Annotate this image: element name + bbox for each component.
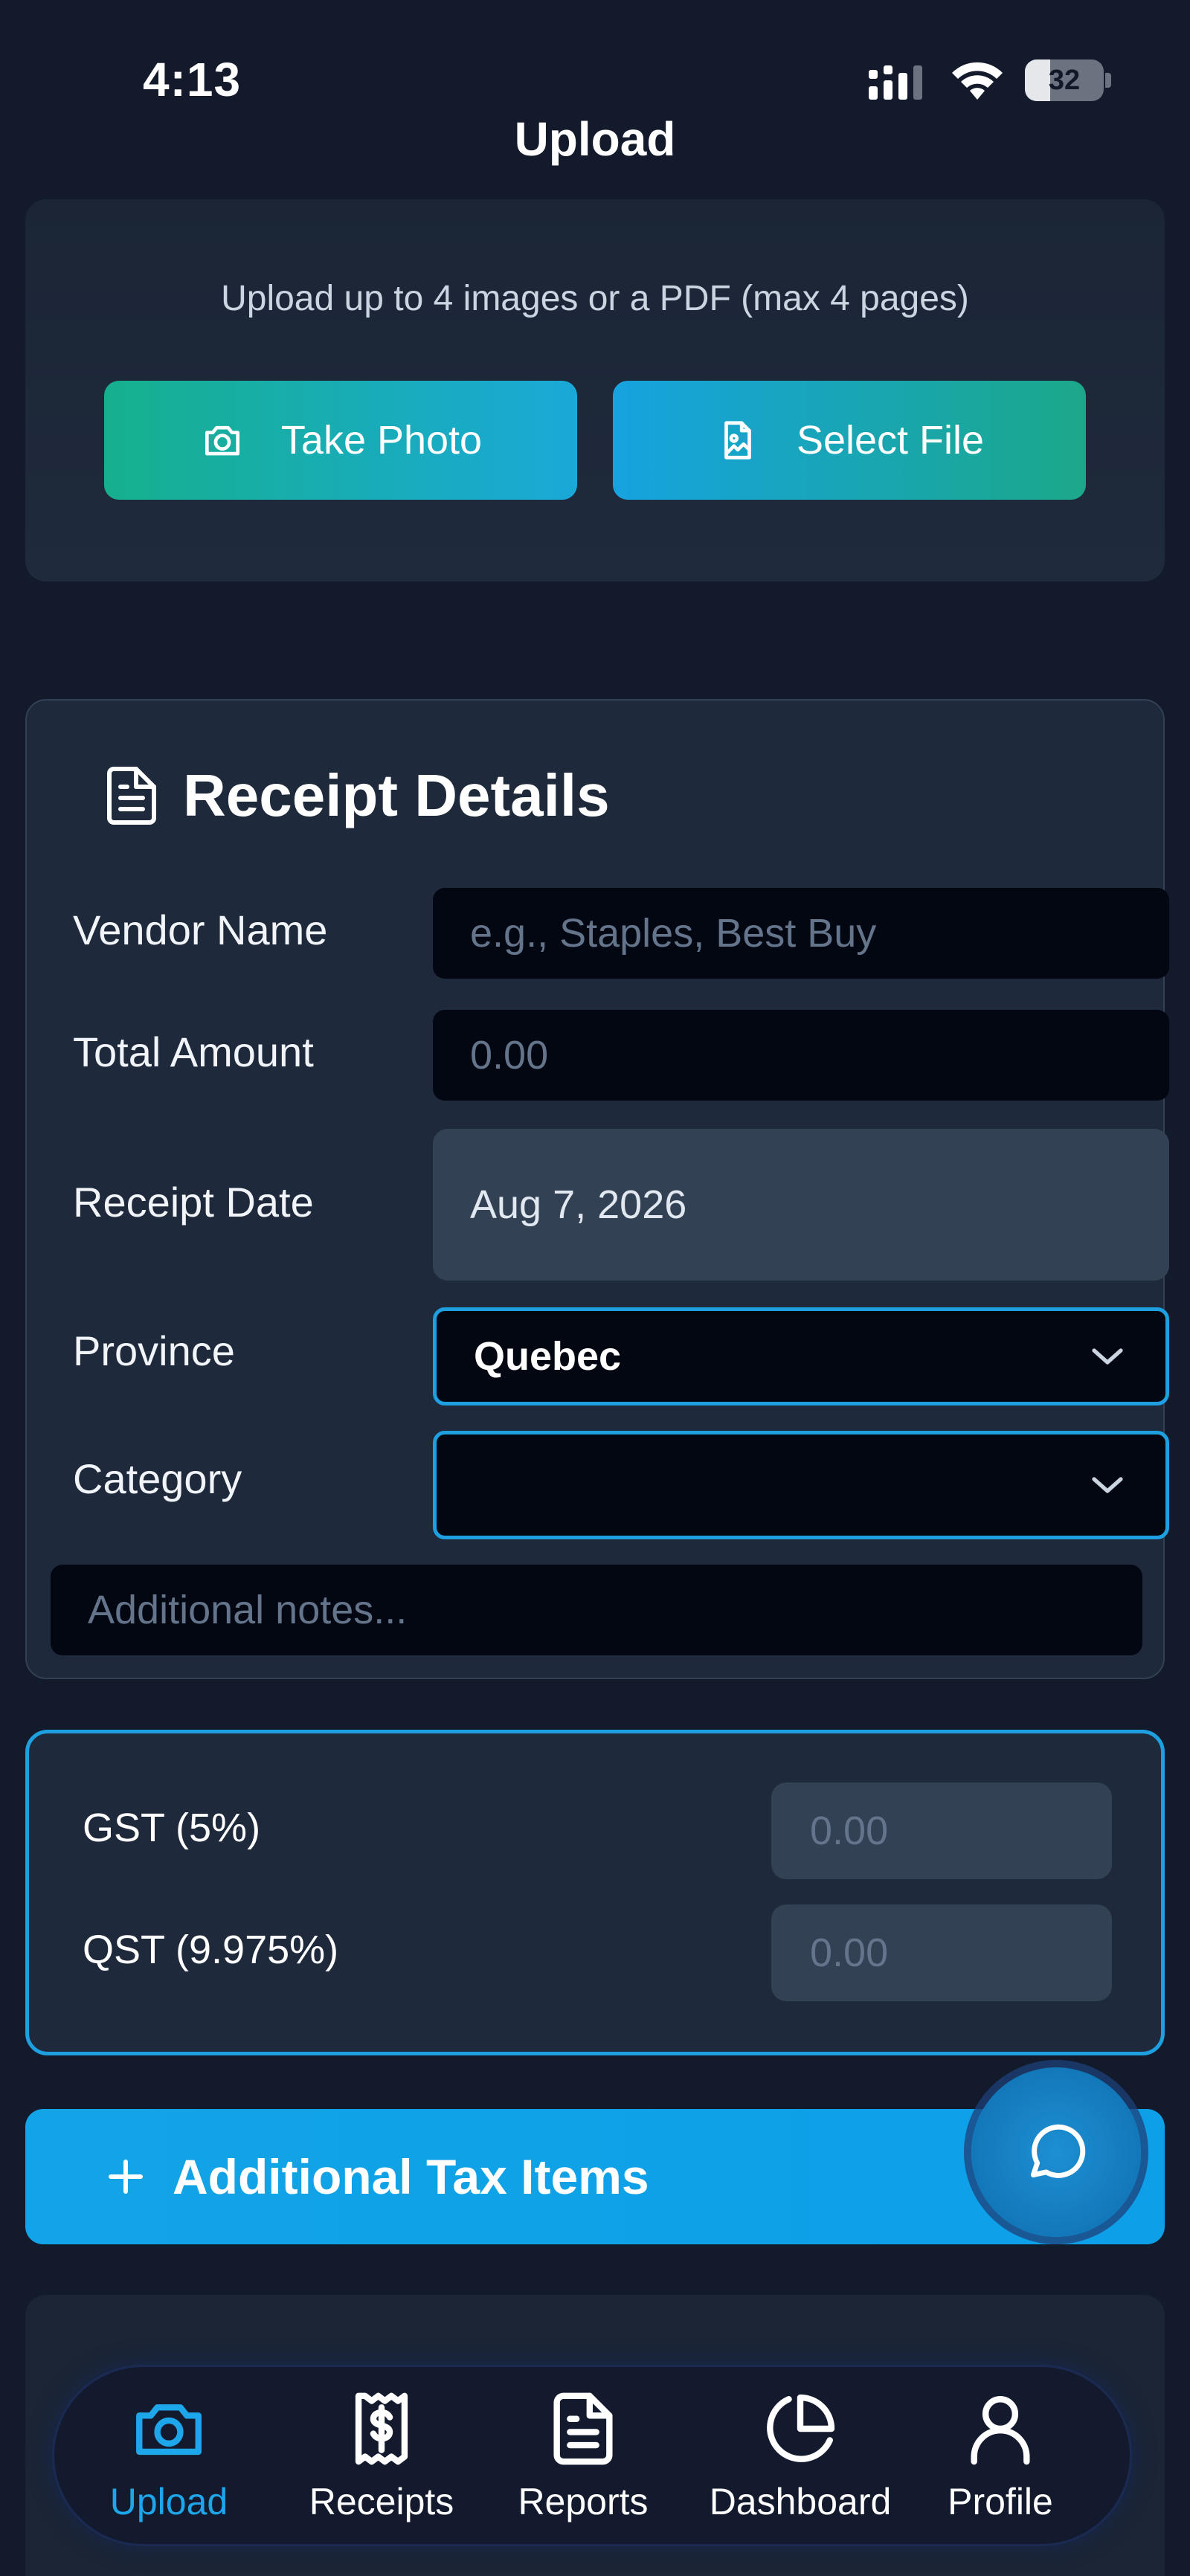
- province-label: Province: [73, 1327, 235, 1374]
- tab-receipts-label: Receipts: [309, 2481, 454, 2522]
- tab-dashboard[interactable]: Dashboard: [701, 2389, 899, 2523]
- tab-dashboard-label: Dashboard: [709, 2481, 892, 2522]
- tab-upload[interactable]: Upload: [102, 2389, 236, 2523]
- gst-input[interactable]: 0.00: [771, 1783, 1112, 1879]
- qst-input[interactable]: 0.00: [771, 1904, 1112, 2001]
- document-icon: [107, 767, 156, 825]
- tab-receipts[interactable]: Receipts: [300, 2389, 463, 2523]
- select-file-label: Select File: [796, 418, 985, 463]
- additional-tax-items-label: Additional Tax Items: [173, 2149, 649, 2204]
- vendor-name-label: Vendor Name: [73, 907, 328, 953]
- page-title: Upload: [514, 112, 676, 166]
- take-photo-label: Take Photo: [280, 418, 483, 463]
- tab-reports-label: Reports: [518, 2481, 649, 2522]
- receipt-date-label: Receipt Date: [73, 1179, 314, 1226]
- battery-icon: 32: [1025, 59, 1111, 101]
- qst-label: QST (9.975%): [83, 1928, 339, 1972]
- tax-card: GST (5%) 0.00 QST (9.975%) 0.00: [25, 1730, 1165, 2055]
- notes-input[interactable]: Additional notes...: [51, 1565, 1142, 1655]
- category-select[interactable]: [433, 1431, 1169, 1539]
- tab-upload-label: Upload: [109, 2481, 228, 2522]
- province-select[interactable]: Quebec: [433, 1307, 1169, 1405]
- upload-hint: Upload up to 4 images or a PDF (max 4 pa…: [221, 279, 969, 318]
- receipt-date-picker[interactable]: Aug 7, 2026: [433, 1129, 1169, 1281]
- receipt-details-header: Receipt Details: [107, 761, 610, 830]
- camera-icon: [136, 2404, 202, 2456]
- cellular-signal-icon: [869, 65, 922, 100]
- select-file-button[interactable]: Select File: [613, 381, 1086, 500]
- chat-bubble-icon: [1030, 2124, 1086, 2178]
- province-value: Quebec: [474, 1334, 622, 1379]
- receipt-icon: [355, 2392, 408, 2465]
- file-image-icon: [724, 421, 751, 460]
- document-icon: [553, 2392, 613, 2465]
- chat-button[interactable]: [971, 2067, 1141, 2237]
- tab-reports[interactable]: Reports: [505, 2389, 661, 2523]
- user-icon: [971, 2396, 1030, 2465]
- take-photo-button[interactable]: Take Photo: [104, 381, 577, 500]
- status-bar: 4:13 32: [0, 0, 1190, 119]
- pie-chart-icon: [767, 2394, 835, 2462]
- camera-icon: [205, 425, 239, 456]
- wifi-icon: [952, 62, 1003, 100]
- chevron-down-icon: [1092, 1348, 1123, 1365]
- status-time: 4:13: [143, 53, 242, 106]
- vendor-name-input[interactable]: e.g., Staples, Best Buy: [433, 888, 1169, 979]
- receipt-details-title: Receipt Details: [183, 762, 610, 828]
- receipt-details-card: Receipt Details Vendor Name e.g., Staple…: [25, 699, 1169, 1679]
- plus-icon: [109, 2160, 143, 2194]
- tab-profile-label: Profile: [948, 2481, 1053, 2522]
- upload-card: Upload up to 4 images or a PDF (max 4 pa…: [25, 199, 1165, 582]
- category-label: Category: [73, 1455, 242, 1502]
- battery-level: 32: [1048, 65, 1081, 96]
- total-amount-input[interactable]: 0.00: [433, 1010, 1169, 1101]
- bottom-tab-bar: Upload Receipts Reports Dashboard Profil…: [52, 2365, 1132, 2546]
- tab-profile[interactable]: Profile: [932, 2389, 1069, 2523]
- total-amount-label: Total Amount: [73, 1028, 314, 1075]
- gst-label: GST (5%): [83, 1806, 261, 1850]
- chevron-down-icon: [1092, 1477, 1123, 1493]
- upload-screen: 4:13 32 Upload Upload up to 4 images or …: [0, 0, 1190, 2576]
